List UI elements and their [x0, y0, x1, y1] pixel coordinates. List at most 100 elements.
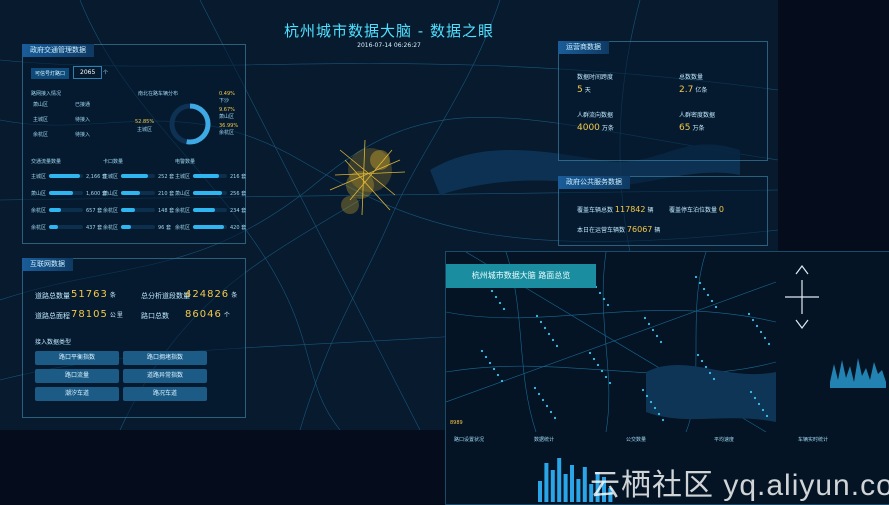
data-type-button[interactable]: 路况车道 — [123, 387, 207, 401]
internet-stat-value: 51763 条 — [71, 289, 117, 300]
pie-left-label: 主城区 — [137, 127, 153, 133]
data-types-title: 接入数据类型 — [35, 339, 72, 346]
inset-map-dot — [759, 330, 763, 334]
operator-stat-unit: 万条 — [601, 125, 614, 132]
inset-bar — [544, 463, 549, 502]
inset-header: 路口设置状况 — [454, 437, 485, 443]
count-bar — [121, 191, 155, 195]
inset-map-dot — [767, 342, 771, 346]
data-type-button[interactable]: 路口平衡指数 — [35, 351, 119, 365]
inset-map-dot — [765, 414, 769, 418]
inset-map-dot — [539, 320, 543, 324]
count-label: 主城区 — [103, 174, 119, 180]
count-bar-fill — [193, 191, 222, 195]
inset-map-dot — [645, 394, 649, 398]
inset-map-dot — [541, 398, 545, 402]
count-label: 余杭区 — [103, 208, 119, 214]
inset-header: 数据统计 — [534, 437, 555, 443]
operator-stat-unit: 天 — [584, 87, 591, 94]
inset-map-dot — [653, 406, 657, 410]
traffic-panel: 政府交通管理数据 可信号灯路口 2065 个 路网接入情况 萧山区 已接通 主城区待… — [22, 44, 246, 244]
internet-stat-value: 78105 公里 — [71, 309, 124, 320]
inset-map-dot — [500, 379, 504, 383]
pie-left-pct: 52.85% — [135, 119, 155, 125]
count-value: 148 套 — [158, 208, 175, 214]
inset-map-dot — [537, 392, 541, 396]
data-type-button[interactable]: 潮汐车道 — [35, 387, 119, 401]
count-value: 210 套 — [158, 191, 175, 197]
public-service-label: 覆盖停车泊位数量 — [669, 207, 719, 214]
inset-map-dot — [704, 365, 708, 369]
count-column-title: 卡口数量 — [103, 159, 124, 165]
public-service-item: 覆盖车辆总数 117842 辆 — [577, 205, 653, 214]
count-value: 216 套 — [230, 174, 247, 180]
road-status-label: 已接通 — [75, 102, 91, 108]
count-bar — [121, 225, 155, 229]
inset-map-dot — [596, 363, 600, 367]
inset-map-dot — [696, 353, 700, 357]
count-bar — [193, 208, 227, 212]
inset-map-dot — [712, 377, 716, 381]
count-bar-fill — [193, 174, 219, 178]
count-label: 余杭区 — [175, 225, 191, 231]
inset-map-dot — [647, 322, 651, 326]
count-label: 萧山区 — [31, 191, 47, 197]
internet-stat-number: 424826 — [185, 289, 230, 300]
count-label: 主城区 — [175, 174, 191, 180]
internet-stat-unit: 个 — [223, 312, 231, 319]
inset-header: 车辆实时统计 — [798, 437, 829, 443]
road-district-label: 萧山区 — [33, 102, 49, 108]
data-type-button[interactable]: 道路异常指数 — [123, 369, 207, 383]
operator-stat-value: 2.7 亿条 — [679, 85, 707, 95]
internet-stat-label: 道路总面程 — [35, 312, 70, 320]
inset-map-dot — [555, 344, 559, 348]
internet-stat-unit: 条 — [231, 292, 239, 299]
inset-map-dot — [604, 375, 608, 379]
internet-stat-unit: 条 — [109, 292, 117, 299]
operator-stat-unit: 万条 — [692, 125, 705, 132]
inset-map-dot — [602, 297, 606, 301]
inset-map-dot — [761, 408, 765, 412]
count-bar-fill — [193, 208, 216, 212]
inset-map-dot — [702, 287, 706, 291]
operator-panel: 运营商数据 数据时间跨度 5 天总数数量 2.7 亿条 人群流向数据 4000 万条 人群密度数… — [558, 41, 768, 161]
inset-map-dot — [700, 359, 704, 363]
data-type-button[interactable]: 路口流量 — [35, 369, 119, 383]
internet-stat-label: 路口总数 — [141, 312, 169, 320]
district-pie-chart — [169, 103, 211, 145]
inset-map-dot — [708, 371, 712, 375]
count-value: 256 套 — [230, 191, 247, 197]
count-value: 252 套 — [158, 174, 175, 180]
pie-legend-label: 萧山区 — [219, 114, 235, 120]
inset-map-dot — [694, 275, 698, 279]
count-label: 主城区 — [31, 174, 47, 180]
count-bar-fill — [121, 174, 149, 178]
inset-map-dot — [649, 400, 653, 404]
inset-map-dot — [494, 295, 498, 299]
inset-map-dot — [496, 373, 500, 377]
inset-map-dot — [763, 336, 767, 340]
inset-map-dot — [592, 357, 596, 361]
inset-title: 杭州城市数据大脑 路面总览 — [446, 264, 596, 288]
data-type-button[interactable]: 路口拥堵指数 — [123, 351, 207, 365]
public-service-unit: 辆 — [647, 207, 654, 214]
inset-bar — [563, 474, 568, 502]
public-service-label: 覆盖车辆总数 — [577, 207, 615, 214]
inset-map-dot — [606, 303, 610, 307]
operator-panel-title: 运营商数据 — [558, 41, 609, 54]
operator-stat-label: 数据时间跨度 — [577, 74, 614, 81]
inset-map-dot — [710, 299, 714, 303]
operator-stat-number: 2.7 — [679, 85, 694, 95]
inset-map-dot — [641, 388, 645, 392]
count-bar-fill — [49, 225, 58, 229]
inset-bar — [570, 465, 574, 502]
count-column-title: 电警数量 — [175, 159, 196, 165]
public-service-value: 76067 — [626, 225, 653, 234]
pie-legend-label: 余杭区 — [219, 130, 235, 136]
inset-bar — [576, 479, 581, 502]
inset-bar — [538, 481, 542, 502]
road-status-label: 待接入 — [75, 117, 91, 123]
count-label: 余杭区 — [103, 225, 119, 231]
count-bar — [193, 191, 227, 195]
count-bar-fill — [193, 225, 224, 229]
